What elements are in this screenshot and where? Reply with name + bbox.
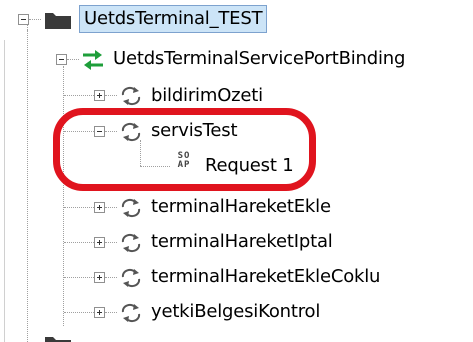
tree-left-border xyxy=(4,40,5,342)
operation-expand-toggle[interactable] xyxy=(94,202,105,213)
operation-label-terminalHareketEkleCoklu[interactable]: terminalHareketEkleCoklu xyxy=(151,265,380,289)
operation-label-terminalHareketEkle[interactable]: terminalHareketEkle xyxy=(151,195,331,219)
tree-connector xyxy=(29,19,41,21)
folder-icon xyxy=(45,337,71,342)
folder-icon xyxy=(45,13,71,29)
tree-connector xyxy=(64,312,94,314)
operation-icon xyxy=(121,303,141,323)
tree-connector xyxy=(64,277,94,279)
operation-icon xyxy=(121,86,141,106)
binding-collapse-toggle[interactable] xyxy=(56,54,67,65)
project-label[interactable]: UetdsTerminal_TEST xyxy=(79,5,268,33)
tree-connector xyxy=(67,59,79,61)
operation-icon xyxy=(121,198,141,218)
operation-expand-toggle[interactable] xyxy=(94,237,105,248)
operation-expand-toggle[interactable] xyxy=(94,272,105,283)
binding-arrows-icon xyxy=(83,50,103,70)
project-collapse-toggle[interactable] xyxy=(18,14,29,25)
tree-connector xyxy=(63,66,65,326)
tree-connector xyxy=(27,30,29,342)
operation-icon xyxy=(121,268,141,288)
operation-icon xyxy=(121,233,141,253)
tree-connector xyxy=(105,312,117,314)
operation-label-terminalHareketIptal[interactable]: terminalHareketIptal xyxy=(151,230,333,254)
tree-connector xyxy=(64,242,94,244)
tree-connector xyxy=(64,207,94,209)
binding-label[interactable]: UetdsTerminalServicePortBinding xyxy=(113,47,405,71)
project-tree: UetdsTerminal_TEST UetdsTerminalServiceP… xyxy=(0,0,473,342)
operation-expand-toggle[interactable] xyxy=(94,307,105,318)
tree-connector xyxy=(105,207,117,209)
tree-connector xyxy=(64,95,94,97)
operation-label-yetkiBelgesiKontrol[interactable]: yetkiBelgesiKontrol xyxy=(151,300,320,324)
tree-connector xyxy=(105,242,117,244)
operation-label-bildirimOzeti[interactable]: bildirimOzeti xyxy=(151,84,263,108)
tree-connector xyxy=(105,277,117,279)
tree-connector xyxy=(105,95,117,97)
operation-expand-toggle[interactable] xyxy=(94,90,105,101)
annotation-highlight xyxy=(53,108,316,191)
